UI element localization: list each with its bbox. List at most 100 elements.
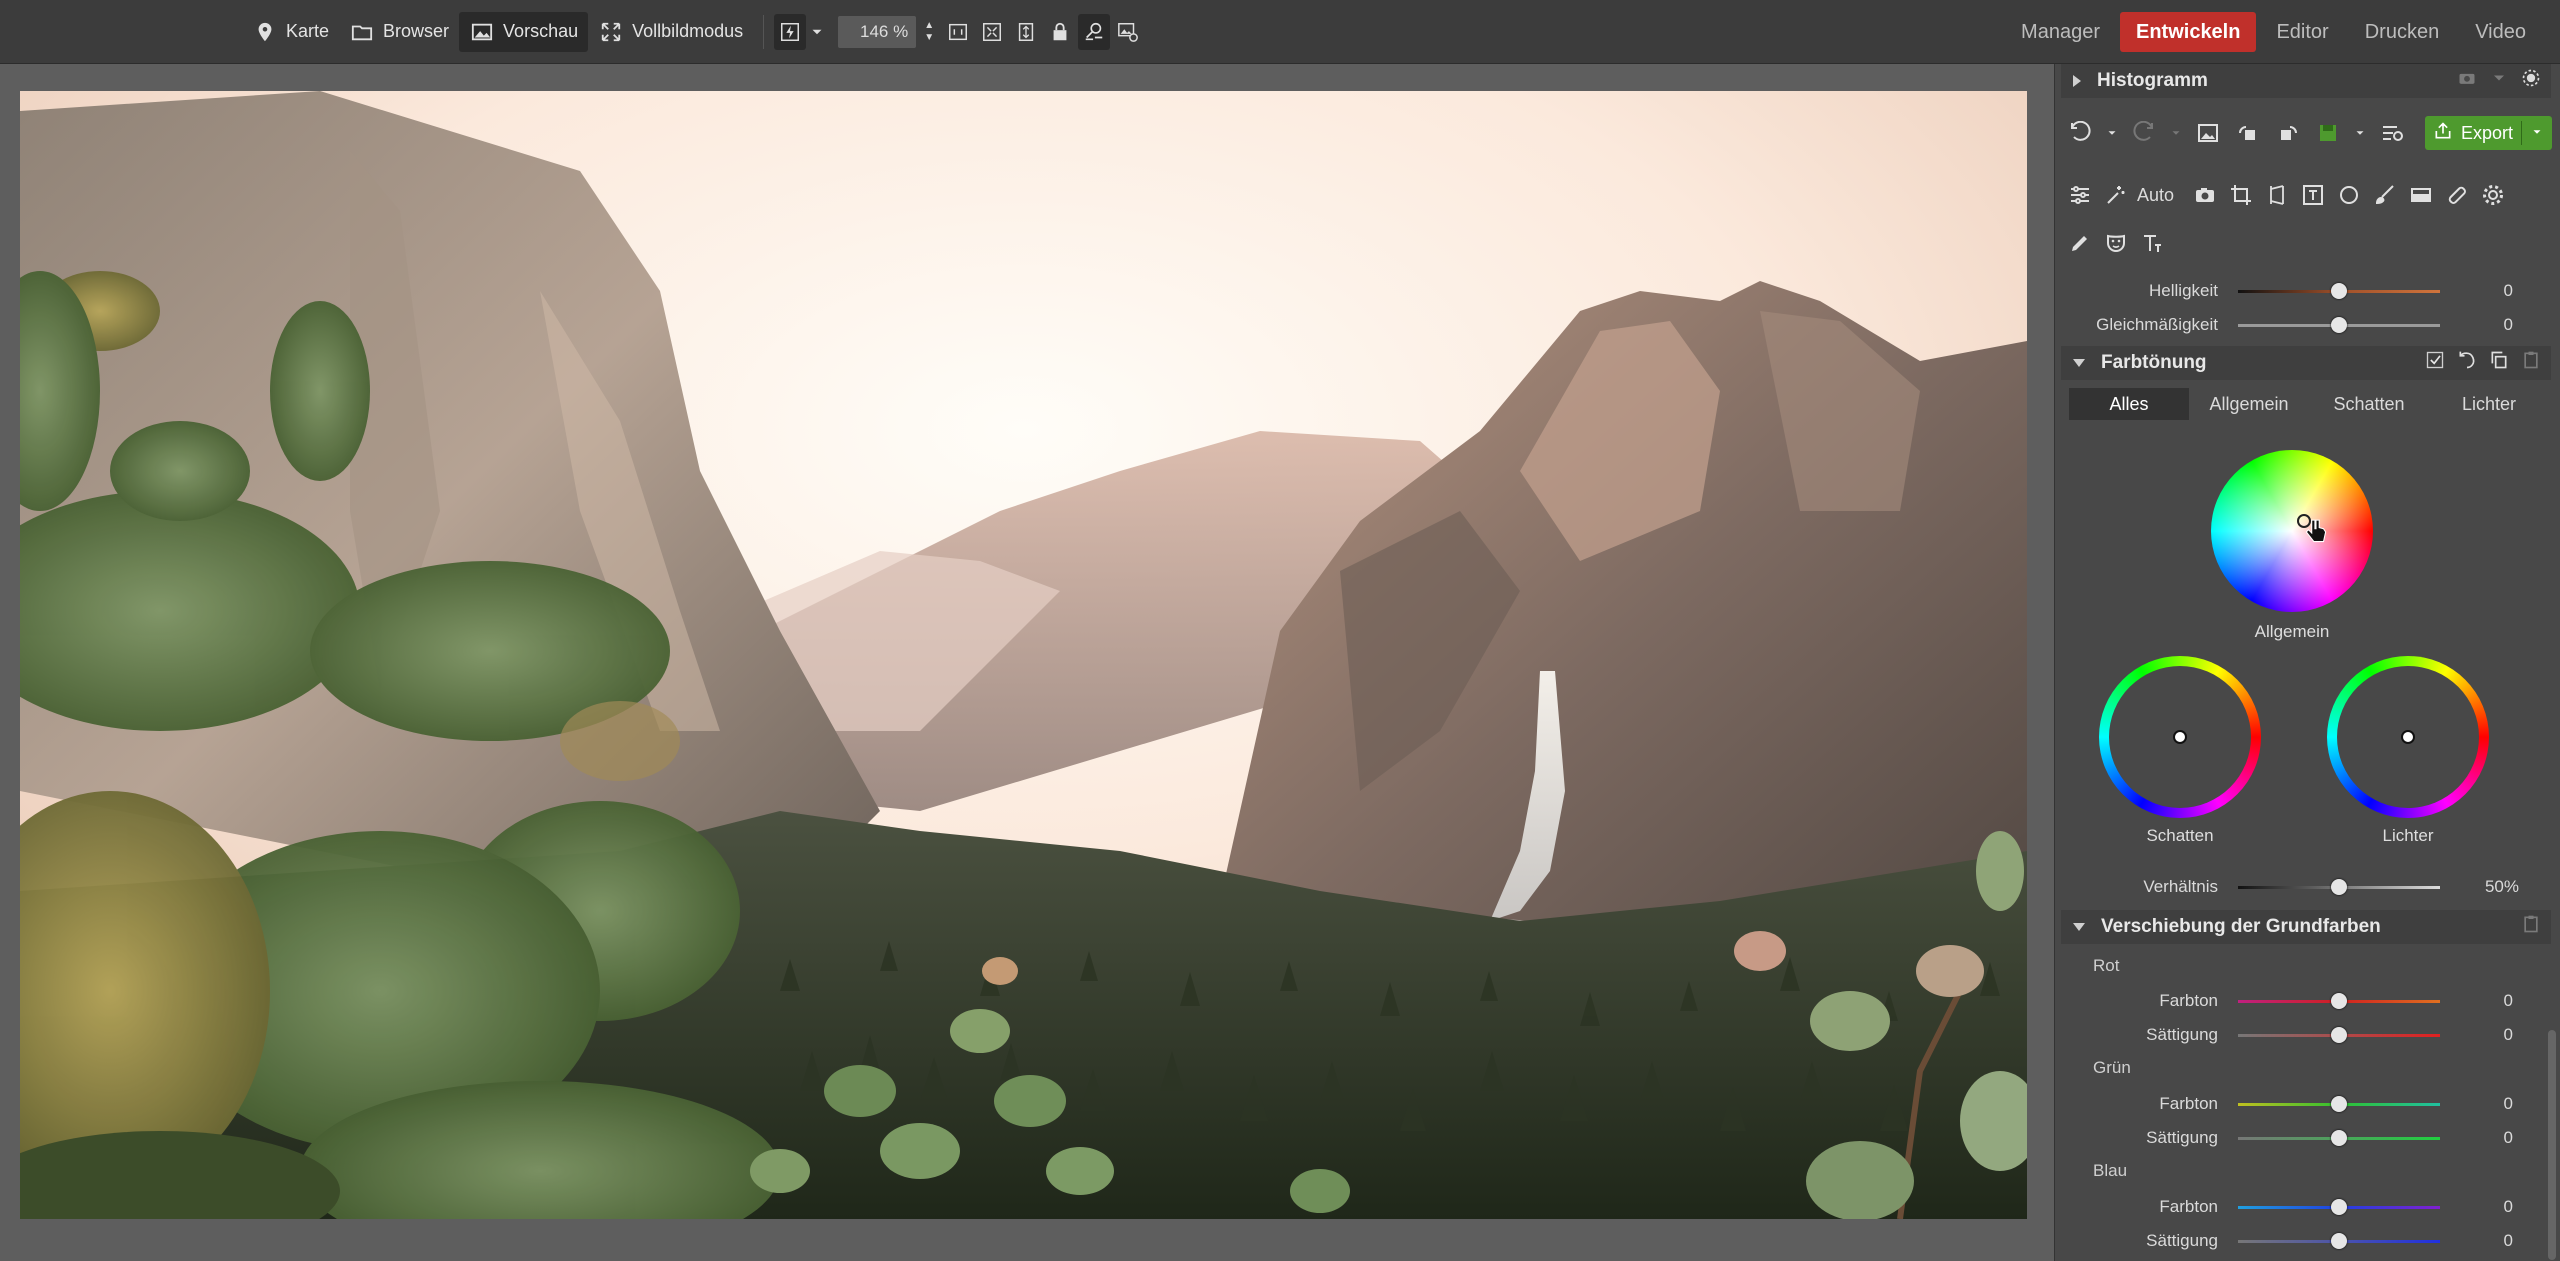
blue-saturation-row: Sättigung 0	[2055, 1224, 2560, 1258]
image-icon[interactable]	[2193, 118, 2223, 148]
text-frame-icon[interactable]	[2298, 180, 2328, 210]
reset-icon[interactable]	[2457, 350, 2477, 376]
primary-colors-header[interactable]: Verschiebung der Grundfarben	[2061, 910, 2551, 944]
color-toning-header[interactable]: Farbtönung	[2061, 346, 2551, 380]
save-icon[interactable]	[2313, 118, 2343, 148]
tab-shadows[interactable]: Schatten	[2309, 388, 2429, 420]
zoner-photo-studio-window: Karte Browser Vorschau Vollbildmodus 146…	[0, 0, 2560, 1261]
blue-hue-slider[interactable]	[2238, 1198, 2440, 1215]
photo-viewer[interactable]	[0, 64, 2054, 1261]
copy-icon[interactable]	[2489, 350, 2509, 376]
gear-icon[interactable]	[2478, 180, 2508, 210]
highlights-color-wheel[interactable]	[2327, 656, 2489, 818]
rotate-right-icon[interactable]	[2273, 118, 2303, 148]
chevron-down-icon[interactable]	[2530, 123, 2544, 144]
circle-selection-icon[interactable]	[2334, 180, 2364, 210]
slider-knob[interactable]	[2331, 1026, 2347, 1043]
color-picker-handle[interactable]	[2173, 730, 2187, 744]
brightness-value[interactable]: 0	[2504, 281, 2513, 301]
paste-icon[interactable]	[2521, 914, 2541, 940]
fit-to-screen-button[interactable]	[976, 14, 1008, 50]
shadows-color-wheel[interactable]	[2099, 656, 2261, 818]
crop-icon[interactable]	[2226, 180, 2256, 210]
red-hue-value[interactable]: 0	[2504, 991, 2513, 1011]
gradient-filter-icon[interactable]	[2406, 180, 2436, 210]
red-hue-slider[interactable]	[2238, 992, 2440, 1009]
camera-icon[interactable]	[2457, 68, 2477, 94]
tab-editor[interactable]: Editor	[2260, 12, 2344, 52]
blue-hue-value[interactable]: 0	[2504, 1197, 2513, 1217]
chevron-down-icon[interactable]	[2169, 118, 2183, 148]
slider-knob[interactable]	[2331, 282, 2347, 299]
green-saturation-value[interactable]: 0	[2504, 1128, 2513, 1148]
fit-height-icon	[1018, 22, 1034, 41]
color-picker-handle[interactable]	[2401, 730, 2415, 744]
export-button[interactable]: Export	[2425, 116, 2553, 150]
magic-wand-icon[interactable]	[2101, 180, 2131, 210]
chevron-down-icon[interactable]	[2353, 118, 2367, 148]
text-tool-icon[interactable]	[2137, 228, 2167, 258]
green-hue-slider[interactable]	[2238, 1095, 2440, 1112]
slider-knob[interactable]	[2331, 1095, 2347, 1112]
camera-icon[interactable]	[2190, 180, 2220, 210]
fit-height-button[interactable]	[1010, 14, 1042, 50]
paste-icon[interactable]	[2521, 350, 2541, 376]
tab-all[interactable]: Alles	[2069, 388, 2189, 420]
checkbox-checked-icon[interactable]	[2425, 350, 2445, 376]
settings-list-icon[interactable]	[2377, 118, 2407, 148]
red-saturation-value[interactable]: 0	[2504, 1025, 2513, 1045]
chevron-down-icon[interactable]	[2105, 118, 2119, 148]
brush-icon[interactable]	[2370, 180, 2400, 210]
chevron-down-icon[interactable]: ▼	[924, 32, 934, 44]
green-hue-value[interactable]: 0	[2504, 1094, 2513, 1114]
chevron-down-icon[interactable]	[808, 14, 826, 50]
image-settings-button[interactable]	[1112, 14, 1144, 50]
general-color-wheel[interactable]	[2211, 450, 2373, 612]
zoom-input[interactable]: 146 %	[838, 15, 917, 48]
map-button[interactable]: Karte	[242, 12, 339, 52]
tab-develop[interactable]: Entwickeln	[2119, 12, 2257, 52]
perspective-icon[interactable]	[2262, 180, 2292, 210]
tab-video[interactable]: Video	[2459, 12, 2542, 52]
tab-general[interactable]: Allgemein	[2189, 388, 2309, 420]
auto-button[interactable]: Auto	[2137, 185, 2174, 206]
blue-saturation-slider[interactable]	[2238, 1232, 2440, 1249]
uniformity-value[interactable]: 0	[2504, 315, 2513, 335]
sliders-icon[interactable]	[2065, 180, 2095, 210]
slider-knob[interactable]	[2331, 1232, 2347, 1249]
quick-develop-button[interactable]	[774, 13, 807, 50]
blue-saturation-value[interactable]: 0	[2504, 1231, 2513, 1251]
zoom-1-1-button[interactable]	[942, 14, 974, 50]
zoom-stepper[interactable]: ▲ ▼	[924, 20, 934, 44]
brightness-slider[interactable]	[2238, 282, 2440, 299]
ratio-slider[interactable]	[2238, 878, 2440, 895]
slider-knob[interactable]	[2331, 1198, 2347, 1215]
redo-icon[interactable]	[2129, 118, 2159, 148]
green-saturation-slider[interactable]	[2238, 1129, 2440, 1146]
slider-knob[interactable]	[2331, 316, 2347, 333]
panel-scrollbar[interactable]	[2548, 1030, 2556, 1260]
slider-knob[interactable]	[2331, 878, 2347, 895]
undo-icon[interactable]	[2065, 118, 2095, 148]
ratio-value[interactable]: 50%	[2485, 877, 2519, 897]
rotate-left-icon[interactable]	[2233, 118, 2263, 148]
compare-button[interactable]	[1078, 13, 1111, 50]
fullscreen-button[interactable]: Vollbildmodus	[588, 12, 753, 52]
slider-knob[interactable]	[2331, 992, 2347, 1009]
face-mask-icon[interactable]	[2101, 228, 2131, 258]
healing-bandage-icon[interactable]	[2442, 180, 2472, 210]
chevron-up-icon[interactable]: ▲	[924, 20, 934, 32]
browser-button[interactable]: Browser	[339, 12, 459, 52]
histogram-header[interactable]: Histogramm	[2061, 64, 2551, 98]
slider-knob[interactable]	[2331, 1129, 2347, 1146]
preview-button[interactable]: Vorschau	[459, 11, 589, 52]
tab-highlights[interactable]: Lichter	[2429, 388, 2549, 420]
tab-print[interactable]: Drucken	[2349, 12, 2455, 52]
tab-manager[interactable]: Manager	[2005, 12, 2116, 52]
sun-icon[interactable]	[2521, 68, 2541, 94]
chevron-down-icon[interactable]	[2489, 68, 2509, 94]
uniformity-slider[interactable]	[2238, 316, 2440, 333]
lock-zoom-button[interactable]	[1044, 14, 1076, 50]
pen-icon[interactable]	[2065, 228, 2095, 258]
red-saturation-slider[interactable]	[2238, 1026, 2440, 1043]
